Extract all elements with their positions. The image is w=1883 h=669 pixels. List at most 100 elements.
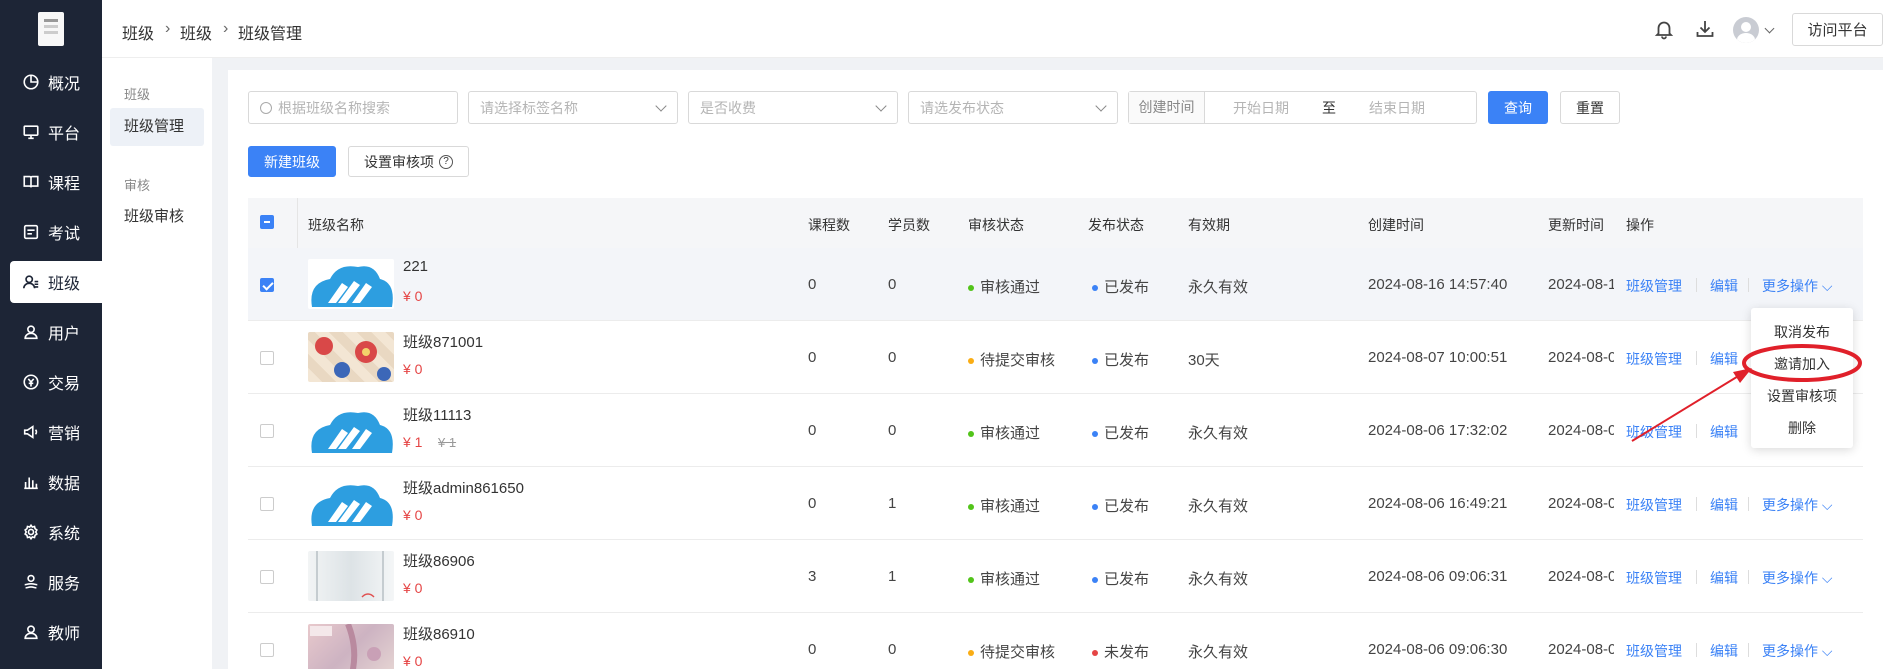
course-count: 0	[808, 422, 817, 439]
date-range-picker[interactable]: 创建时间 开始日期 至 结束日期	[1128, 91, 1477, 124]
more-actions-label: 更多操作	[1762, 570, 1818, 586]
nav-item-teacher[interactable]: 教师	[0, 611, 102, 653]
chevron-down-icon: ⌵	[1818, 278, 1833, 294]
more-actions-link[interactable]: 更多操作 ⌵	[1762, 276, 1833, 296]
row-checkbox[interactable]	[260, 570, 274, 584]
fee-select[interactable]: 是否收费	[688, 91, 898, 124]
row-checkbox[interactable]	[260, 643, 274, 657]
link-separator	[1748, 278, 1749, 292]
menu-item-delete[interactable]: 删除	[1751, 418, 1853, 438]
class-manage-link[interactable]: 班级管理	[1626, 641, 1682, 661]
validity: 永久有效	[1188, 571, 1249, 588]
avatar[interactable]	[1733, 17, 1759, 43]
status-placeholder: 请选发布状态	[920, 99, 1004, 116]
select-all-checkbox[interactable]	[260, 215, 274, 229]
new-class-button[interactable]: 新建班级	[248, 146, 336, 177]
tag-placeholder: 请选择标签名称	[480, 99, 578, 116]
created-time: 2024-08-06 17:32:02	[1368, 422, 1508, 439]
nav-item-course[interactable]: 课程	[0, 161, 102, 203]
nav-item-platform[interactable]: 平台	[0, 111, 102, 153]
created-time: 2024-08-06 09:06:30	[1368, 641, 1508, 658]
publish-status-select[interactable]: 请选发布状态	[908, 91, 1118, 124]
top-bar: 班级 › 班级 › 班级管理	[102, 0, 1883, 58]
app-logo[interactable]	[38, 12, 64, 46]
nav-item-user[interactable]: 用户	[0, 311, 102, 353]
class-manage-link[interactable]: 班级管理	[1626, 349, 1682, 369]
visit-platform-button[interactable]: 访问平台	[1792, 13, 1883, 46]
nav-label: 班级	[48, 276, 81, 293]
subnav-group-class: 班级	[124, 87, 151, 102]
course-count: 0	[808, 641, 817, 658]
nav-item-marketing[interactable]: 营销	[0, 411, 102, 453]
nav-label: 系统	[48, 526, 81, 543]
row-checkbox[interactable]	[260, 424, 274, 438]
reset-button[interactable]: 重置	[1560, 91, 1620, 124]
query-button[interactable]: 查询	[1488, 91, 1548, 124]
class-name[interactable]: 班级871001	[403, 331, 483, 352]
tag-select[interactable]: 请选择标签名称	[468, 91, 678, 124]
audit-status: 待提交审核	[968, 349, 1055, 370]
search-input[interactable]: 根据班级名称搜索	[248, 91, 458, 124]
start-date-input[interactable]: 开始日期	[1233, 98, 1289, 118]
class-manage-link[interactable]: 班级管理	[1626, 568, 1682, 588]
nav-item-system[interactable]: 系统	[0, 511, 102, 553]
nav-label: 服务	[48, 576, 81, 593]
class-name[interactable]: 班级11113	[403, 404, 471, 425]
bell-icon[interactable]	[1653, 18, 1675, 40]
row-checkbox[interactable]	[260, 351, 274, 365]
download-icon[interactable]	[1694, 18, 1716, 40]
nav-item-data[interactable]: 数据	[0, 461, 102, 503]
menu-item-invite-join[interactable]: 邀请加入	[1751, 354, 1853, 374]
pie-chart-icon	[23, 74, 39, 90]
class-name[interactable]: 班级86910	[403, 623, 475, 644]
audit-status-text: 待提交审核	[980, 352, 1056, 369]
class-name[interactable]: 班级86906	[403, 550, 475, 571]
date-range-label: 创建时间	[1129, 92, 1205, 123]
fashion-image	[310, 624, 381, 669]
audit-settings-label: 设置审核项	[364, 153, 434, 170]
class-manage-link[interactable]: 班级管理	[1626, 495, 1682, 515]
class-name[interactable]: 班级admin861650	[403, 477, 524, 498]
nav-item-overview[interactable]: 概况	[0, 61, 102, 103]
menu-item-audit-settings[interactable]: 设置审核项	[1751, 386, 1853, 406]
edit-link[interactable]: 编辑	[1710, 422, 1738, 442]
chevron-right-icon: ›	[165, 20, 171, 37]
nav-item-trade[interactable]: 交易	[0, 361, 102, 403]
audit-settings-button[interactable]: 设置审核项 ?	[348, 146, 469, 177]
end-date-input[interactable]: 结束日期	[1369, 98, 1425, 118]
subnav-item-class-management[interactable]: 班级管理	[110, 108, 204, 146]
main-sidebar: 概况 平台 课程 考试 班级 用户 交易 营销 数据 系统 服务 教师	[0, 0, 102, 669]
nav-label: 用户	[48, 326, 81, 343]
row-checkbox[interactable]	[260, 278, 274, 292]
header-publish-status: 发布状态	[1088, 217, 1144, 233]
class-name[interactable]: 221	[403, 258, 428, 275]
validity: 30天	[1188, 352, 1220, 369]
subnav-item-class-audit[interactable]: 班级审核	[110, 198, 204, 236]
updated-time: 2024-08-1	[1548, 276, 1617, 293]
breadcrumb-item[interactable]: 班级	[122, 20, 154, 44]
edit-link[interactable]: 编辑	[1710, 495, 1738, 515]
edit-link[interactable]: 编辑	[1710, 568, 1738, 588]
edit-link[interactable]: 编辑	[1710, 349, 1738, 369]
created-time: 2024-08-16 14:57:40	[1368, 276, 1508, 293]
edit-link[interactable]: 编辑	[1710, 276, 1738, 296]
nav-item-service[interactable]: 服务	[0, 561, 102, 603]
class-manage-link[interactable]: 班级管理	[1626, 276, 1682, 296]
more-actions-label: 更多操作	[1762, 643, 1818, 659]
more-actions-link[interactable]: 更多操作 ⌵	[1762, 641, 1833, 661]
publish-status-text: 未发布	[1104, 644, 1150, 661]
edit-link[interactable]: 编辑	[1710, 641, 1738, 661]
class-manage-link[interactable]: 班级管理	[1626, 422, 1682, 442]
more-actions-link[interactable]: 更多操作 ⌵	[1762, 495, 1833, 515]
row-checkbox[interactable]	[260, 497, 274, 511]
menu-item-unpublish[interactable]: 取消发布	[1751, 322, 1853, 342]
more-actions-link[interactable]: 更多操作 ⌵	[1762, 568, 1833, 588]
nav-item-exam[interactable]: 考试	[0, 211, 102, 253]
chevron-down-icon	[1095, 100, 1107, 112]
student-count: 0	[888, 641, 897, 658]
status-dot	[1092, 504, 1098, 511]
breadcrumb-item[interactable]: 班级	[180, 20, 212, 44]
nav-item-class[interactable]: 班级	[10, 261, 102, 303]
link-separator	[1696, 351, 1697, 365]
nav-label: 课程	[48, 176, 81, 193]
